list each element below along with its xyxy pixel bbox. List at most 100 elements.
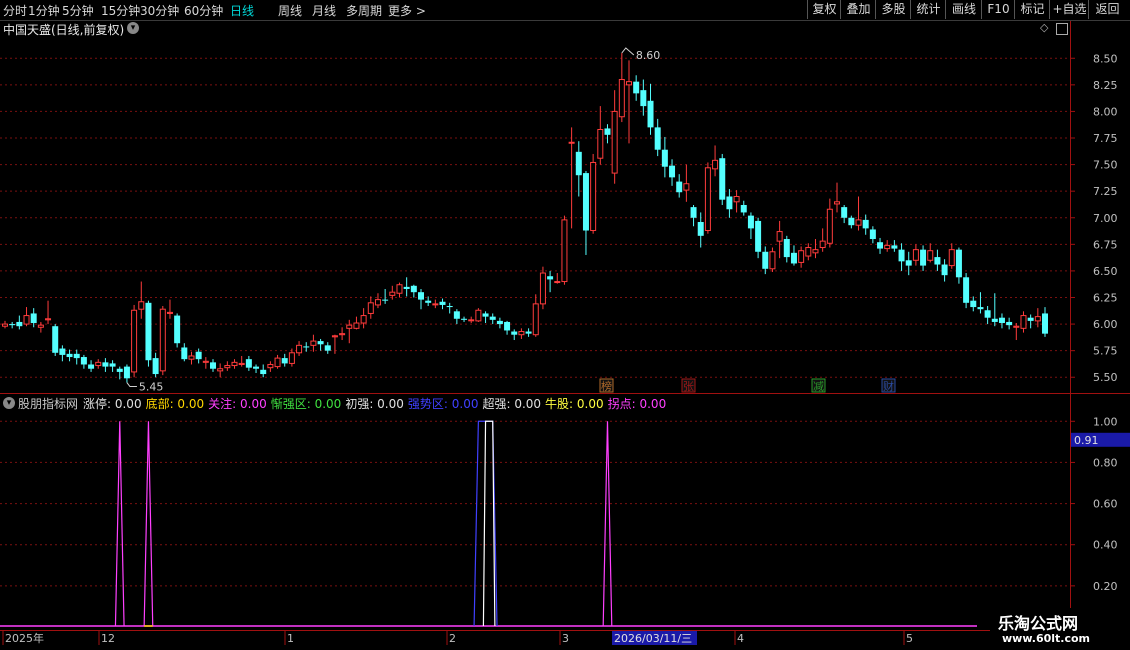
candle-body-up[interactable] [855,219,862,226]
candle-body-up[interactable] [927,250,934,261]
candle-body-up[interactable] [159,308,166,372]
multi-stock-button[interactable]: 多股 [875,0,911,19]
candle-body-down[interactable] [977,307,984,310]
candle-body-down[interactable] [970,300,977,308]
candle-body-down[interactable] [210,362,216,369]
candle-body-up[interactable] [819,240,826,249]
candle-body-up[interactable] [590,161,597,232]
candle-body-up[interactable] [1013,325,1020,328]
candle-body-down[interactable] [941,264,948,276]
candle-body-up[interactable] [2,323,8,327]
candle-body-up[interactable] [166,311,173,314]
candle-body-down[interactable] [726,196,733,210]
candle-body-down[interactable] [73,353,80,359]
candle-body-down[interactable] [869,229,876,240]
candle-body-down[interactable] [511,331,518,335]
candle-body-down[interactable] [504,321,511,331]
period-15min-tab[interactable]: 15分钟 [101,2,140,19]
period-week-tab[interactable]: 周线 [278,2,302,19]
candle-body-down[interactable] [496,320,503,325]
candle-body-up[interactable] [618,79,625,118]
back-button[interactable]: 返回 [1088,0,1126,19]
candle-body-down[interactable] [934,257,941,265]
candle-body-up[interactable] [374,299,381,306]
candle-body-down[interactable] [1042,313,1048,334]
candle-body-down[interactable] [998,317,1005,324]
candle-body-down[interactable] [145,302,152,361]
candle-body-up[interactable] [912,249,919,261]
candle-body-down[interactable] [88,364,95,369]
candle-body-up[interactable] [554,281,561,284]
candle-body-down[interactable] [783,239,790,258]
candle-body-down[interactable] [453,311,460,319]
chevron-down-icon[interactable]: ▾ [127,22,139,34]
candle-body-down[interactable] [525,331,532,334]
candle-body-up[interactable] [712,159,719,170]
candle-body-down[interactable] [841,207,848,218]
candle-body-down[interactable] [669,165,676,178]
candle-body-down[interactable] [755,220,762,252]
add-favorite-button[interactable]: +自选 [1049,0,1089,19]
candle-body-up[interactable] [769,251,776,270]
candle-body-up[interactable] [884,244,891,250]
candle-body-down[interactable] [195,351,202,360]
candle-body-up[interactable] [288,352,295,364]
candle-body-up[interactable] [238,362,245,365]
candle-body-up[interactable] [597,129,604,159]
candle-body-up[interactable] [432,303,439,306]
candle-body-up[interactable] [834,201,840,205]
candle-body-down[interactable] [461,318,468,320]
candle-body-up[interactable] [948,249,955,267]
candle-body-down[interactable] [647,100,654,128]
candle-body-up[interactable] [274,357,281,368]
candle-body-down[interactable] [547,276,554,280]
candle-body-down[interactable] [740,204,747,213]
candle-body-down[interactable] [640,90,647,107]
candle-body-up[interactable] [805,247,812,257]
candle-body-up[interactable] [396,284,403,294]
period-multi-tab[interactable]: 多周期 [346,2,382,19]
candle-body-down[interactable] [30,313,37,324]
candle-body-up[interactable] [37,324,44,328]
candle-body-down[interactable] [1006,321,1013,326]
candle-body-up[interactable] [1020,315,1027,329]
candle-body-up[interactable] [704,167,711,232]
candle-body-up[interactable] [95,361,102,367]
period-month-tab[interactable]: 月线 [312,2,336,19]
candle-body-up[interactable] [518,331,525,336]
candle-body-down[interactable] [489,316,496,320]
candle-body-down[interactable] [9,324,16,326]
candle-body-down[interactable] [382,299,389,301]
candle-body-down[interactable] [324,345,331,351]
candle-body-up[interactable] [367,302,374,314]
candle-body-up[interactable] [532,303,539,336]
candle-body-down[interactable] [303,346,310,348]
candle-body-down[interactable] [123,366,130,379]
candle-body-down[interactable] [425,300,432,303]
period-5min-tab[interactable]: 5分钟 [62,2,94,19]
restore-rights-button[interactable]: 复权 [807,0,841,19]
candle-body-down[interactable] [575,151,582,176]
candle-body-up[interactable] [217,368,224,372]
candle-body-up[interactable] [267,363,274,369]
candle-body-up[interactable] [224,365,231,369]
candle-body-up[interactable] [389,291,396,296]
candle-body-down[interactable] [1027,317,1034,321]
candle-body-down[interactable] [439,301,446,305]
candle-body-down[interactable] [604,128,611,135]
candle-body-down[interactable] [654,127,661,150]
candle-body-up[interactable] [188,355,195,360]
candle-body-down[interactable] [877,242,884,249]
candle-body-down[interactable] [762,251,769,269]
candle-body-down[interactable] [633,81,640,94]
candle-body-up[interactable] [468,319,475,322]
collapse-icon[interactable]: ▾ [3,397,15,409]
candle-body-up[interactable] [568,141,575,144]
candle-body-down[interactable] [260,369,267,375]
candle-body-up[interactable] [138,301,145,310]
period-1min-tab[interactable]: 1分钟 [28,2,60,19]
period-60min-tab[interactable]: 60分钟 [184,2,223,19]
candle-body-down[interactable] [59,348,66,355]
candle-body-up[interactable] [131,309,138,373]
candle-body-down[interactable] [991,318,998,322]
